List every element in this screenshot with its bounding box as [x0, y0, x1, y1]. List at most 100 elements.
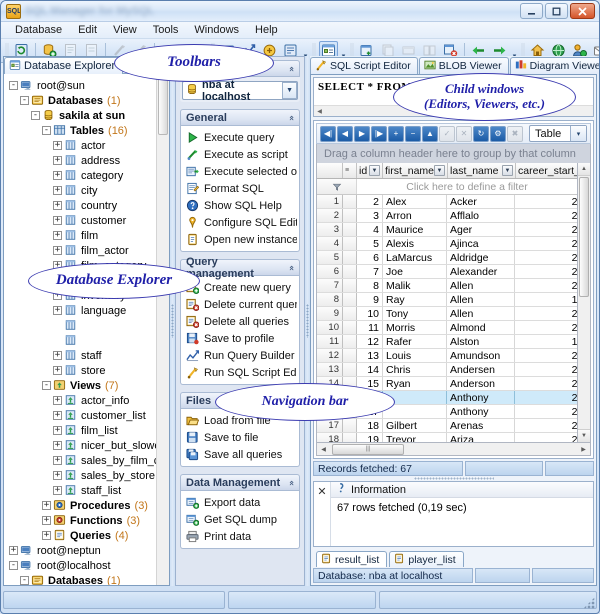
grid-cell-last_name[interactable]: Ariza — [447, 433, 515, 442]
grid-cell-first_name[interactable]: Gilbert — [383, 419, 447, 432]
tree-item-root-neptun[interactable]: + root@neptun — [7, 543, 169, 558]
grid-cell-career_start_year[interactable]: 2008 — [515, 237, 577, 250]
action-configure-sql-editor[interactable]: Configure SQL Editor — [183, 214, 297, 231]
expand-icon[interactable]: + — [53, 171, 62, 180]
grid-cell-last_name[interactable]: Ager — [447, 223, 515, 236]
grid-cell-first_name[interactable]: Alexis — [383, 237, 447, 250]
tree-item-procedures[interactable]: + Procedures (3) — [7, 498, 169, 513]
mdi-tab-diagram-viewer[interactable]: Diagram Viewer — [509, 57, 599, 74]
collapse-icon[interactable]: - — [20, 576, 29, 585]
mdi-tab-blob-viewer[interactable]: BLOB Viewer — [418, 57, 509, 74]
grid-cell-career_start_year[interactable]: 2001 — [515, 419, 577, 432]
grid-cell-id[interactable]: 7 — [357, 265, 383, 278]
grid-cell-career_start_year[interactable]: 1996 — [515, 293, 577, 306]
action-group-header[interactable]: General « — [180, 109, 300, 126]
close-icon[interactable]: ✕ — [314, 482, 331, 546]
insert-record-button[interactable]: + — [388, 125, 404, 142]
grid-cell-career_start_year[interactable]: 2004 — [515, 433, 577, 443]
grid-cell-career_start_year[interactable]: 2002 — [515, 363, 577, 376]
action-create-new-query[interactable]: Create new query — [183, 279, 297, 296]
grid-cell-first_name[interactable]: Morris — [383, 321, 447, 334]
action-delete-all-queries[interactable]: Delete all queries — [183, 313, 297, 330]
grid-cell-first_name[interactable] — [383, 391, 447, 404]
grid-row[interactable]: 11 12RaferAlston1999 — [317, 335, 577, 349]
tree-item-customer-list[interactable]: + customer_list — [7, 408, 169, 423]
grid-cell-last_name[interactable]: Alston — [447, 335, 515, 348]
column-filter-dropdown-icon[interactable]: ▼ — [502, 165, 514, 176]
chevron-up-icon[interactable]: « — [286, 480, 296, 486]
grid-row[interactable]: 1 2AlexAcker2007 — [317, 195, 577, 209]
action-show-sql-help[interactable]: Show SQL Help — [183, 197, 297, 214]
expand-icon[interactable]: + — [53, 156, 62, 165]
tree-item-actor-info[interactable]: + actor_info — [7, 393, 169, 408]
tree-item-views[interactable]: - Views (7) — [7, 378, 169, 393]
tree-item-root-sun[interactable]: - root@sun — [7, 78, 169, 93]
grid-cell-first_name[interactable]: Alex — [383, 195, 447, 208]
grid-cell-last_name[interactable]: Allen — [447, 307, 515, 320]
filter-hint[interactable]: Click here to define a filter — [357, 179, 577, 194]
grid-body[interactable]: 12AlexAcker200723ArronAfflalo200734Mauri… — [317, 195, 577, 442]
collapse-icon[interactable]: - — [9, 561, 18, 570]
expand-icon[interactable]: + — [9, 546, 18, 555]
menu-view[interactable]: View — [106, 22, 144, 38]
expand-icon[interactable]: + — [53, 366, 62, 375]
action-open-new-instance[interactable]: Open new instance — [183, 231, 297, 248]
grid-cell-id[interactable]: 8 — [357, 279, 383, 292]
collapse-icon[interactable]: - — [9, 81, 18, 90]
grid-cell-id[interactable]: 2 — [357, 195, 383, 208]
action-save-to-profile[interactable]: Save to profile — [183, 330, 297, 347]
grid-cell-career_start_year[interactable]: 2008 — [515, 377, 577, 390]
grid-column-header-first_name[interactable]: first_name ▼ — [383, 163, 449, 178]
tab-database-explorer[interactable]: Database Explorer — [4, 57, 124, 74]
refresh-button[interactable]: ↻ — [473, 125, 489, 142]
grid-cell-first_name[interactable]: Louis — [383, 349, 447, 362]
tree-item-databases[interactable]: - Databases (1) — [7, 573, 169, 585]
sql-text-editor[interactable]: SELECT * FROM ◀ — [313, 77, 594, 117]
grid-cell-id[interactable]: 17 — [357, 405, 383, 418]
grid-cell-last_name[interactable]: Alexander — [447, 265, 515, 278]
grid-cell-id[interactable]: 6 — [357, 251, 383, 264]
grid-cell-id[interactable]: 12 — [357, 335, 383, 348]
tree-item-sales-by-film-category[interactable]: +sales_by_film_category — [7, 453, 169, 468]
grid-row[interactable]: 6 7JoeAlexander2008 — [317, 265, 577, 279]
action-group-header[interactable]: Files — [180, 392, 300, 409]
grid-cell-first_name[interactable]: Joe — [383, 265, 447, 278]
first-record-button[interactable]: ◀| — [320, 125, 336, 142]
grid-row[interactable]: 14 15RyanAnderson2008 — [317, 377, 577, 391]
delete-record-button[interactable]: − — [405, 125, 421, 142]
grid-cell-last_name[interactable]: Amundson — [447, 349, 515, 362]
action-save-to-file[interactable]: Save to file — [183, 429, 297, 446]
action-group-header[interactable]: Data Management « — [180, 474, 300, 491]
maximize-button[interactable] — [545, 3, 568, 19]
tree-item-address[interactable]: + address — [7, 153, 169, 168]
action-save-all-queries[interactable]: Save all queries — [183, 446, 297, 463]
expand-icon[interactable]: + — [53, 141, 62, 150]
menu-database[interactable]: Database — [8, 22, 69, 38]
grid-cell-first_name[interactable]: Chris — [383, 363, 447, 376]
tree-item-staff-list[interactable]: + staff_list — [7, 483, 169, 498]
menu-help[interactable]: Help — [248, 22, 285, 38]
expand-icon[interactable]: + — [53, 456, 62, 465]
chevron-down-icon[interactable]: ▼ — [282, 82, 297, 99]
grid-row[interactable]: 13 14ChrisAndersen2002 — [317, 363, 577, 377]
grid-cell-id[interactable]: 5 — [357, 237, 383, 250]
last-record-button[interactable]: |▶ — [371, 125, 387, 142]
grid-row[interactable]: 8 9RayAllen1996 — [317, 293, 577, 307]
grid-cell-career_start_year[interactable]: 2006 — [515, 349, 577, 362]
grid-cell-last_name[interactable]: Acker — [447, 195, 515, 208]
column-filter-dropdown-icon[interactable]: ▼ — [369, 165, 380, 176]
tree-item-queries[interactable]: + Queries (4) — [7, 528, 169, 543]
chevron-up-icon[interactable]: « — [286, 115, 296, 121]
grid-row[interactable]: 4 5AlexisAjinca2008 — [317, 237, 577, 251]
grid-cell-id[interactable]: 14 — [357, 363, 383, 376]
grid-column-header-career_start_year[interactable]: career_start_year▼ — [516, 163, 577, 178]
grid-cell-last_name[interactable]: Andersen — [447, 363, 515, 376]
view-mode-combo[interactable]: Table ▾ — [529, 125, 587, 142]
scroll-down-icon[interactable]: ▼ — [578, 429, 590, 442]
scrollbar-thumb[interactable] — [579, 177, 589, 297]
tree-item-databases[interactable]: - Databases (1) — [7, 93, 169, 108]
expand-icon[interactable]: + — [53, 246, 62, 255]
menu-windows[interactable]: Windows — [187, 22, 246, 38]
grid-cell-id[interactable]: 11 — [357, 321, 383, 334]
action-load-from-file[interactable]: Load from file — [183, 412, 297, 429]
